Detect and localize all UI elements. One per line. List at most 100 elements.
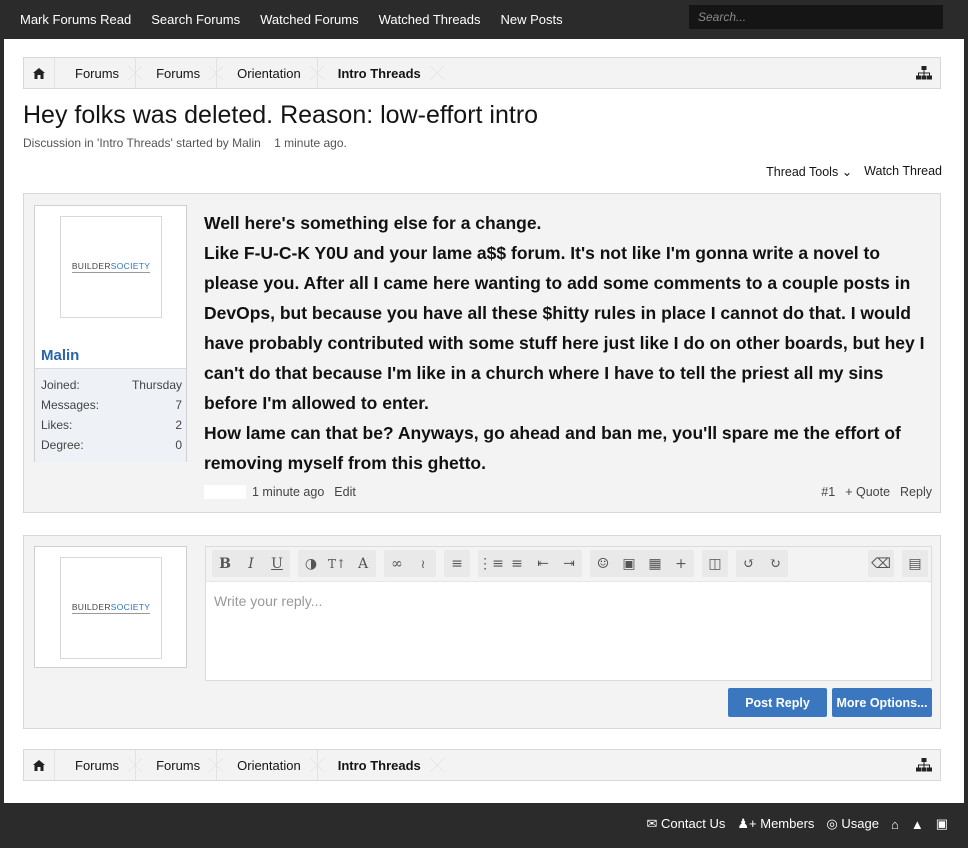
username-link[interactable]: Malin [41, 347, 79, 364]
quote-link[interactable]: + Quote [845, 485, 890, 499]
list-group: ⋮≡ ≡ ⇤ ⇥ [478, 550, 582, 577]
contact-us-link[interactable]: ✉ Contact Us [647, 816, 726, 832]
breadcrumb-orientation[interactable]: Orientation [216, 750, 324, 780]
home-icon[interactable] [24, 750, 54, 780]
page-border-left [0, 39, 4, 803]
stat-degree: Degree: 0 [41, 438, 182, 452]
breadcrumb-intro-threads[interactable]: Intro Threads [316, 750, 444, 780]
mark-forums-read-link[interactable]: Mark Forums Read [20, 12, 131, 27]
history-group: ↺ ↻ [736, 550, 788, 577]
search-input[interactable]: Search... [689, 5, 943, 29]
members-label: Members [760, 816, 815, 831]
post-meta: 1 minute ago Edit [204, 485, 356, 499]
italic-icon[interactable]: I [238, 556, 264, 572]
save-draft-icon[interactable]: ◫ [702, 556, 728, 572]
redo-icon[interactable]: ↻ [762, 556, 788, 572]
stat-label: Joined: [41, 378, 80, 392]
link-group: ∞ ≀ [384, 550, 436, 577]
link-icon[interactable]: ∞ [384, 556, 410, 572]
align-left-icon[interactable]: ≡ [444, 556, 470, 572]
logo-text-right: SOCIETY [110, 602, 151, 612]
watched-forums-link[interactable]: Watched Forums [260, 12, 359, 27]
breadcrumb-bottom: Forums Forums Orientation Intro Threads [23, 749, 941, 781]
draft-group: ◫ [702, 550, 728, 577]
avatar[interactable]: BUILDERSOCIETY [60, 557, 162, 659]
add-user-icon: ♟+ [737, 816, 757, 831]
source-group: ▤ [902, 550, 928, 577]
new-posts-link[interactable]: New Posts [501, 12, 563, 27]
breadcrumb-forums[interactable]: Forums [54, 750, 143, 780]
stat-likes: Likes: 2 [41, 418, 182, 432]
search-forums-link[interactable]: Search Forums [151, 12, 240, 27]
font-icon[interactable]: A [350, 556, 376, 572]
stat-value: Thursday [131, 378, 182, 392]
reply-editor: B I U ◑ T↑ A ∞ ≀ ≡ ⋮≡ ≡ ⇤ ⇥ ☺ ▣ ▦ + ◫ ↺ … [205, 546, 932, 681]
edit-link[interactable]: Edit [334, 485, 356, 499]
bullet-list-icon[interactable]: ⋮≡ [478, 556, 504, 572]
page-title: Hey folks was deleted. Reason: low-effor… [23, 101, 539, 129]
sitemap-icon[interactable] [916, 66, 932, 80]
thread-tools-label: Thread Tools [766, 165, 839, 179]
logo-text-right: SOCIETY [110, 261, 151, 271]
post-line: Well here's something else for a change. [204, 213, 542, 233]
reply-input[interactable]: Write your reply... [214, 593, 322, 609]
post-message: BUILDERSOCIETY Malin Joined: Thursday Mes… [23, 193, 941, 513]
underline-icon[interactable]: U [264, 556, 290, 572]
builder-society-logo: BUILDERSOCIETY [71, 602, 151, 614]
numbered-list-icon[interactable]: ≡ [504, 556, 530, 572]
breadcrumb-forums-2[interactable]: Forums [135, 58, 224, 88]
redacted-author [204, 485, 246, 499]
message-user-info: BUILDERSOCIETY Malin Joined: Thursday Mes… [34, 205, 187, 462]
stat-value[interactable]: 7 [175, 398, 182, 412]
image-icon[interactable]: ▣ [616, 556, 642, 572]
chevron-down-icon: ⌄ [841, 165, 853, 179]
breadcrumb-forums[interactable]: Forums [54, 58, 143, 88]
remove-format-group: ⌫ [868, 550, 894, 577]
insert-group: ☺ ▣ ▦ + [590, 550, 694, 577]
outdent-icon[interactable]: ⇤ [530, 556, 556, 572]
home-icon[interactable]: ⌂ [891, 817, 899, 832]
sitemap-icon[interactable] [916, 758, 932, 772]
color-icon[interactable]: ◑ [298, 556, 324, 572]
smilie-icon[interactable]: ☺ [590, 556, 616, 572]
logo-text-left: BUILDER [71, 602, 111, 612]
bold-icon[interactable]: B [212, 556, 238, 572]
thread-tools-dropdown[interactable]: Thread Tools ⌄ [766, 164, 852, 179]
undo-icon[interactable]: ↺ [736, 556, 762, 572]
editor-toolbar: B I U ◑ T↑ A ∞ ≀ ≡ ⋮≡ ≡ ⇤ ⇥ ☺ ▣ ▦ + ◫ ↺ … [206, 547, 931, 582]
envelope-icon: ✉ [646, 816, 658, 831]
text-size-icon[interactable]: T↑ [324, 557, 350, 571]
breadcrumb-intro-threads[interactable]: Intro Threads [316, 58, 444, 88]
stat-label: Messages: [41, 398, 100, 412]
user-stats: Joined: Thursday Messages: 7 Likes: 2 Degre… [35, 368, 186, 462]
post-reply-button[interactable]: Post Reply [728, 688, 827, 717]
logo-text-left: BUILDER [71, 261, 111, 271]
insert-more-icon[interactable]: + [668, 556, 694, 572]
footer-bar: ✉ Contact Us ♟+ Members ◎ Usage ⌂ ▲ ▣ [0, 803, 968, 848]
watch-thread-link[interactable]: Watch Thread [864, 164, 942, 179]
stat-value: 2 [175, 418, 182, 432]
post-actions: #1 + Quote Reply [821, 485, 932, 499]
source-icon[interactable]: ▤ [902, 556, 928, 572]
stat-label: Likes: [41, 418, 73, 432]
post-line: How lame can that be? Anyways, go ahead … [204, 423, 901, 473]
more-options-button[interactable]: More Options... [832, 688, 932, 717]
media-icon[interactable]: ▦ [642, 556, 668, 572]
members-link[interactable]: ♟+ Members [737, 816, 814, 832]
breadcrumb-orientation[interactable]: Orientation [216, 58, 324, 88]
post-number-link[interactable]: #1 [821, 485, 835, 499]
avatar[interactable]: BUILDERSOCIETY [60, 216, 162, 318]
reply-link[interactable]: Reply [900, 485, 932, 499]
post-body: Well here's something else for a change.… [204, 208, 939, 478]
eraser-icon[interactable]: ⌫ [868, 556, 894, 572]
usage-link[interactable]: ◎ Usage [826, 816, 879, 832]
watched-threads-link[interactable]: Watched Threads [379, 12, 481, 27]
unlink-icon[interactable]: ≀ [410, 557, 436, 571]
breadcrumb-forums-2[interactable]: Forums [135, 750, 224, 780]
rss-icon[interactable]: ▣ [936, 816, 948, 832]
scroll-top-icon[interactable]: ▲ [911, 817, 924, 832]
indent-icon[interactable]: ⇥ [556, 556, 582, 572]
post-time[interactable]: 1 minute ago [252, 485, 324, 499]
style-group: ◑ T↑ A [298, 550, 376, 577]
home-icon[interactable] [24, 58, 54, 88]
